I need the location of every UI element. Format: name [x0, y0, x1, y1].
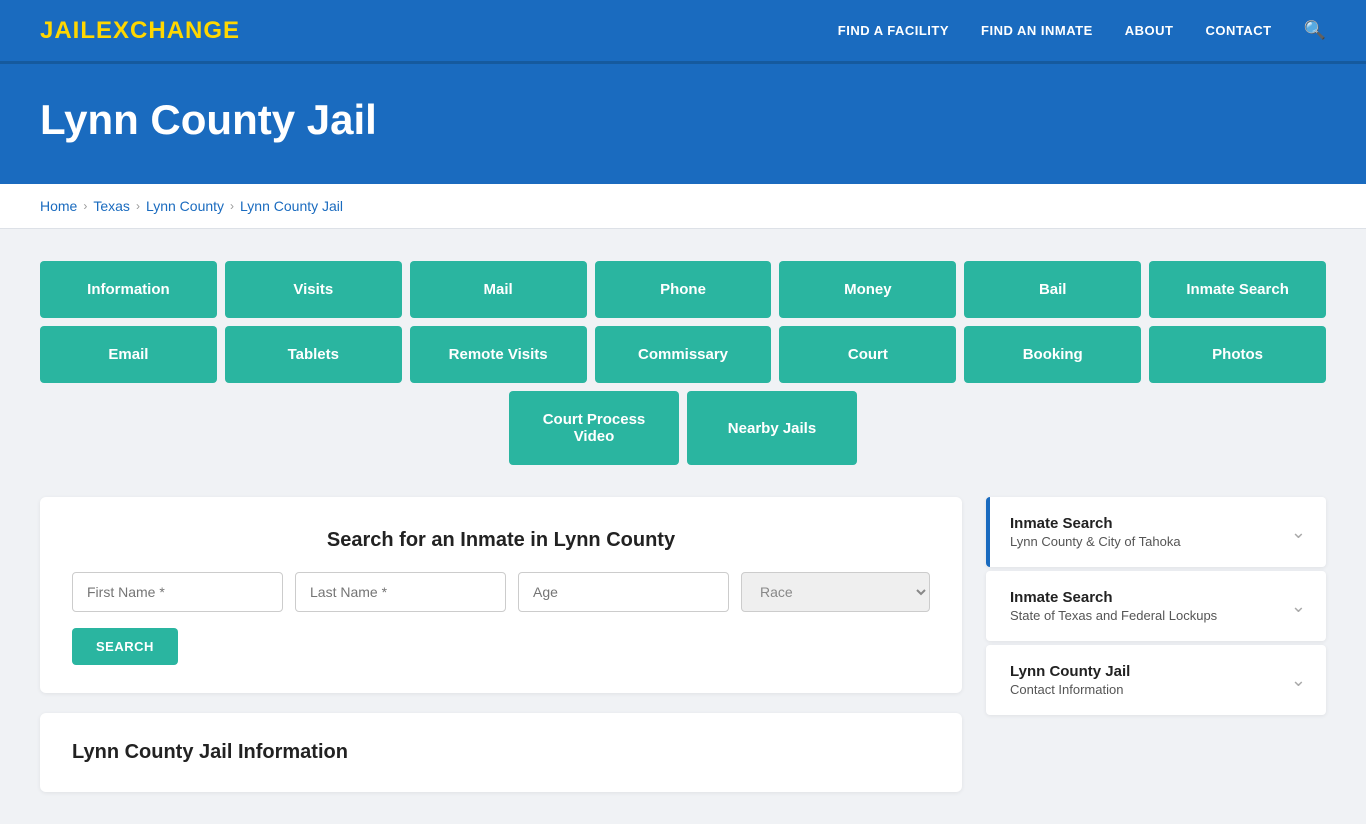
ql-court[interactable]: Court	[779, 326, 956, 383]
sidebar-card-text-2: Inmate Search State of Texas and Federal…	[1010, 589, 1217, 623]
chevron-down-icon-1: ⌄	[1291, 522, 1306, 543]
sidebar-card-inmate-state[interactable]: Inmate Search State of Texas and Federal…	[986, 571, 1326, 641]
sidebar-card-contact[interactable]: Lynn County Jail Contact Information ⌄	[986, 645, 1326, 715]
site-header: JAILEXCHANGE FIND A FACILITY FIND AN INM…	[0, 0, 1366, 64]
main-content: Information Visits Mail Phone Money Bail…	[0, 229, 1366, 824]
ql-court-process-video[interactable]: Court Process Video	[509, 391, 679, 465]
ql-remote-visits[interactable]: Remote Visits	[410, 326, 587, 383]
left-panel: Search for an Inmate in Lynn County Race…	[40, 497, 962, 792]
ql-nearby-jails[interactable]: Nearby Jails	[687, 391, 857, 465]
nav-find-inmate[interactable]: FIND AN INMATE	[981, 23, 1093, 38]
last-name-input[interactable]	[295, 572, 506, 612]
info-title: Lynn County Jail Information	[72, 741, 930, 764]
ql-information[interactable]: Information	[40, 261, 217, 318]
breadcrumb-sep-3: ›	[230, 199, 234, 213]
quick-links: Information Visits Mail Phone Money Bail…	[40, 261, 1326, 465]
first-name-input[interactable]	[72, 572, 283, 612]
ql-bail[interactable]: Bail	[964, 261, 1141, 318]
sidebar-card-title-2: Inmate Search	[1010, 589, 1217, 606]
ql-booking[interactable]: Booking	[964, 326, 1141, 383]
age-input[interactable]	[518, 572, 729, 612]
breadcrumb-current: Lynn County Jail	[240, 198, 343, 214]
sidebar-card-subtitle-1: Lynn County & City of Tahoka	[1010, 534, 1181, 549]
sidebar-card-text-1: Inmate Search Lynn County & City of Taho…	[1010, 515, 1181, 549]
chevron-down-icon-2: ⌄	[1291, 596, 1306, 617]
ql-phone[interactable]: Phone	[595, 261, 772, 318]
ql-email[interactable]: Email	[40, 326, 217, 383]
search-icon[interactable]: 🔍	[1304, 20, 1326, 41]
breadcrumb: Home › Texas › Lynn County › Lynn County…	[40, 198, 1326, 214]
content-layout: Search for an Inmate in Lynn County Race…	[40, 497, 1326, 792]
ql-commissary[interactable]: Commissary	[595, 326, 772, 383]
right-panel: Inmate Search Lynn County & City of Taho…	[986, 497, 1326, 717]
logo-jail: JAIL	[40, 17, 96, 44]
hero-section: Lynn County Jail	[0, 64, 1366, 184]
sidebar-card-subtitle-2: State of Texas and Federal Lockups	[1010, 608, 1217, 623]
chevron-down-icon-3: ⌄	[1291, 670, 1306, 691]
breadcrumb-texas[interactable]: Texas	[93, 198, 130, 214]
nav-about[interactable]: ABOUT	[1125, 23, 1174, 38]
sidebar-card-title-3: Lynn County Jail	[1010, 663, 1130, 680]
breadcrumb-sep-2: ›	[136, 199, 140, 213]
race-select[interactable]: Race White Black Hispanic Asian Other	[741, 572, 930, 612]
search-button[interactable]: SEARCH	[72, 628, 178, 665]
sidebar-card-text-3: Lynn County Jail Contact Information	[1010, 663, 1130, 697]
search-fields: Race White Black Hispanic Asian Other	[72, 572, 930, 612]
ql-photos[interactable]: Photos	[1149, 326, 1326, 383]
sidebar-card-title-1: Inmate Search	[1010, 515, 1181, 532]
logo-exchange: EXCHANGE	[96, 17, 240, 44]
info-box: Lynn County Jail Information	[40, 713, 962, 792]
sidebar-card-inmate-local[interactable]: Inmate Search Lynn County & City of Taho…	[986, 497, 1326, 567]
ql-visits[interactable]: Visits	[225, 261, 402, 318]
ql-inmate-search[interactable]: Inmate Search	[1149, 261, 1326, 318]
nav-find-facility[interactable]: FIND A FACILITY	[838, 23, 949, 38]
breadcrumb-bar: Home › Texas › Lynn County › Lynn County…	[0, 184, 1366, 229]
main-nav: FIND A FACILITY FIND AN INMATE ABOUT CON…	[838, 20, 1326, 41]
quick-links-row-1: Information Visits Mail Phone Money Bail…	[40, 261, 1326, 318]
ql-tablets[interactable]: Tablets	[225, 326, 402, 383]
page-title: Lynn County Jail	[40, 96, 1326, 144]
quick-links-row-3: Court Process Video Nearby Jails	[40, 391, 1326, 465]
ql-money[interactable]: Money	[779, 261, 956, 318]
breadcrumb-sep-1: ›	[83, 199, 87, 213]
site-logo[interactable]: JAILEXCHANGE	[40, 17, 240, 45]
ql-mail[interactable]: Mail	[410, 261, 587, 318]
search-title: Search for an Inmate in Lynn County	[72, 529, 930, 552]
breadcrumb-home[interactable]: Home	[40, 198, 77, 214]
quick-links-row-2: Email Tablets Remote Visits Commissary C…	[40, 326, 1326, 383]
nav-contact[interactable]: CONTACT	[1205, 23, 1271, 38]
sidebar-card-subtitle-3: Contact Information	[1010, 682, 1130, 697]
inmate-search-box: Search for an Inmate in Lynn County Race…	[40, 497, 962, 693]
breadcrumb-lynn-county[interactable]: Lynn County	[146, 198, 224, 214]
